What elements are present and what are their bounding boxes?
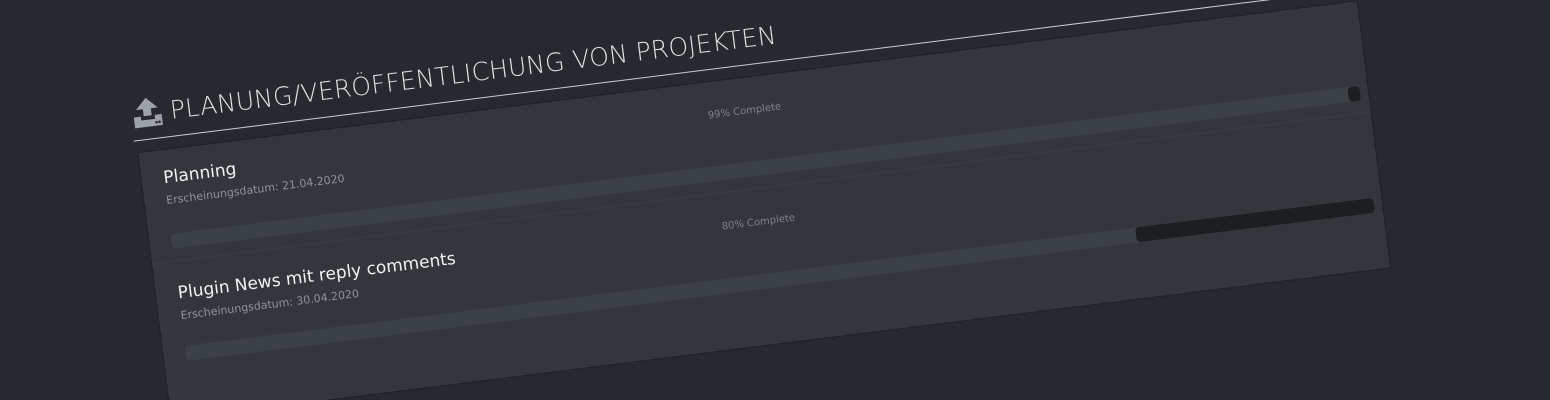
- upload-icon: [128, 94, 166, 132]
- progress-fill: [1347, 85, 1362, 103]
- progress-fill: [1135, 197, 1376, 243]
- page: PLANUNG/VERÖFFENTLICHUNG VON PROJEKTEN P…: [0, 0, 1550, 400]
- projects-section: PLANUNG/VERÖFFENTLICHUNG VON PROJEKTEN P…: [128, 0, 1392, 400]
